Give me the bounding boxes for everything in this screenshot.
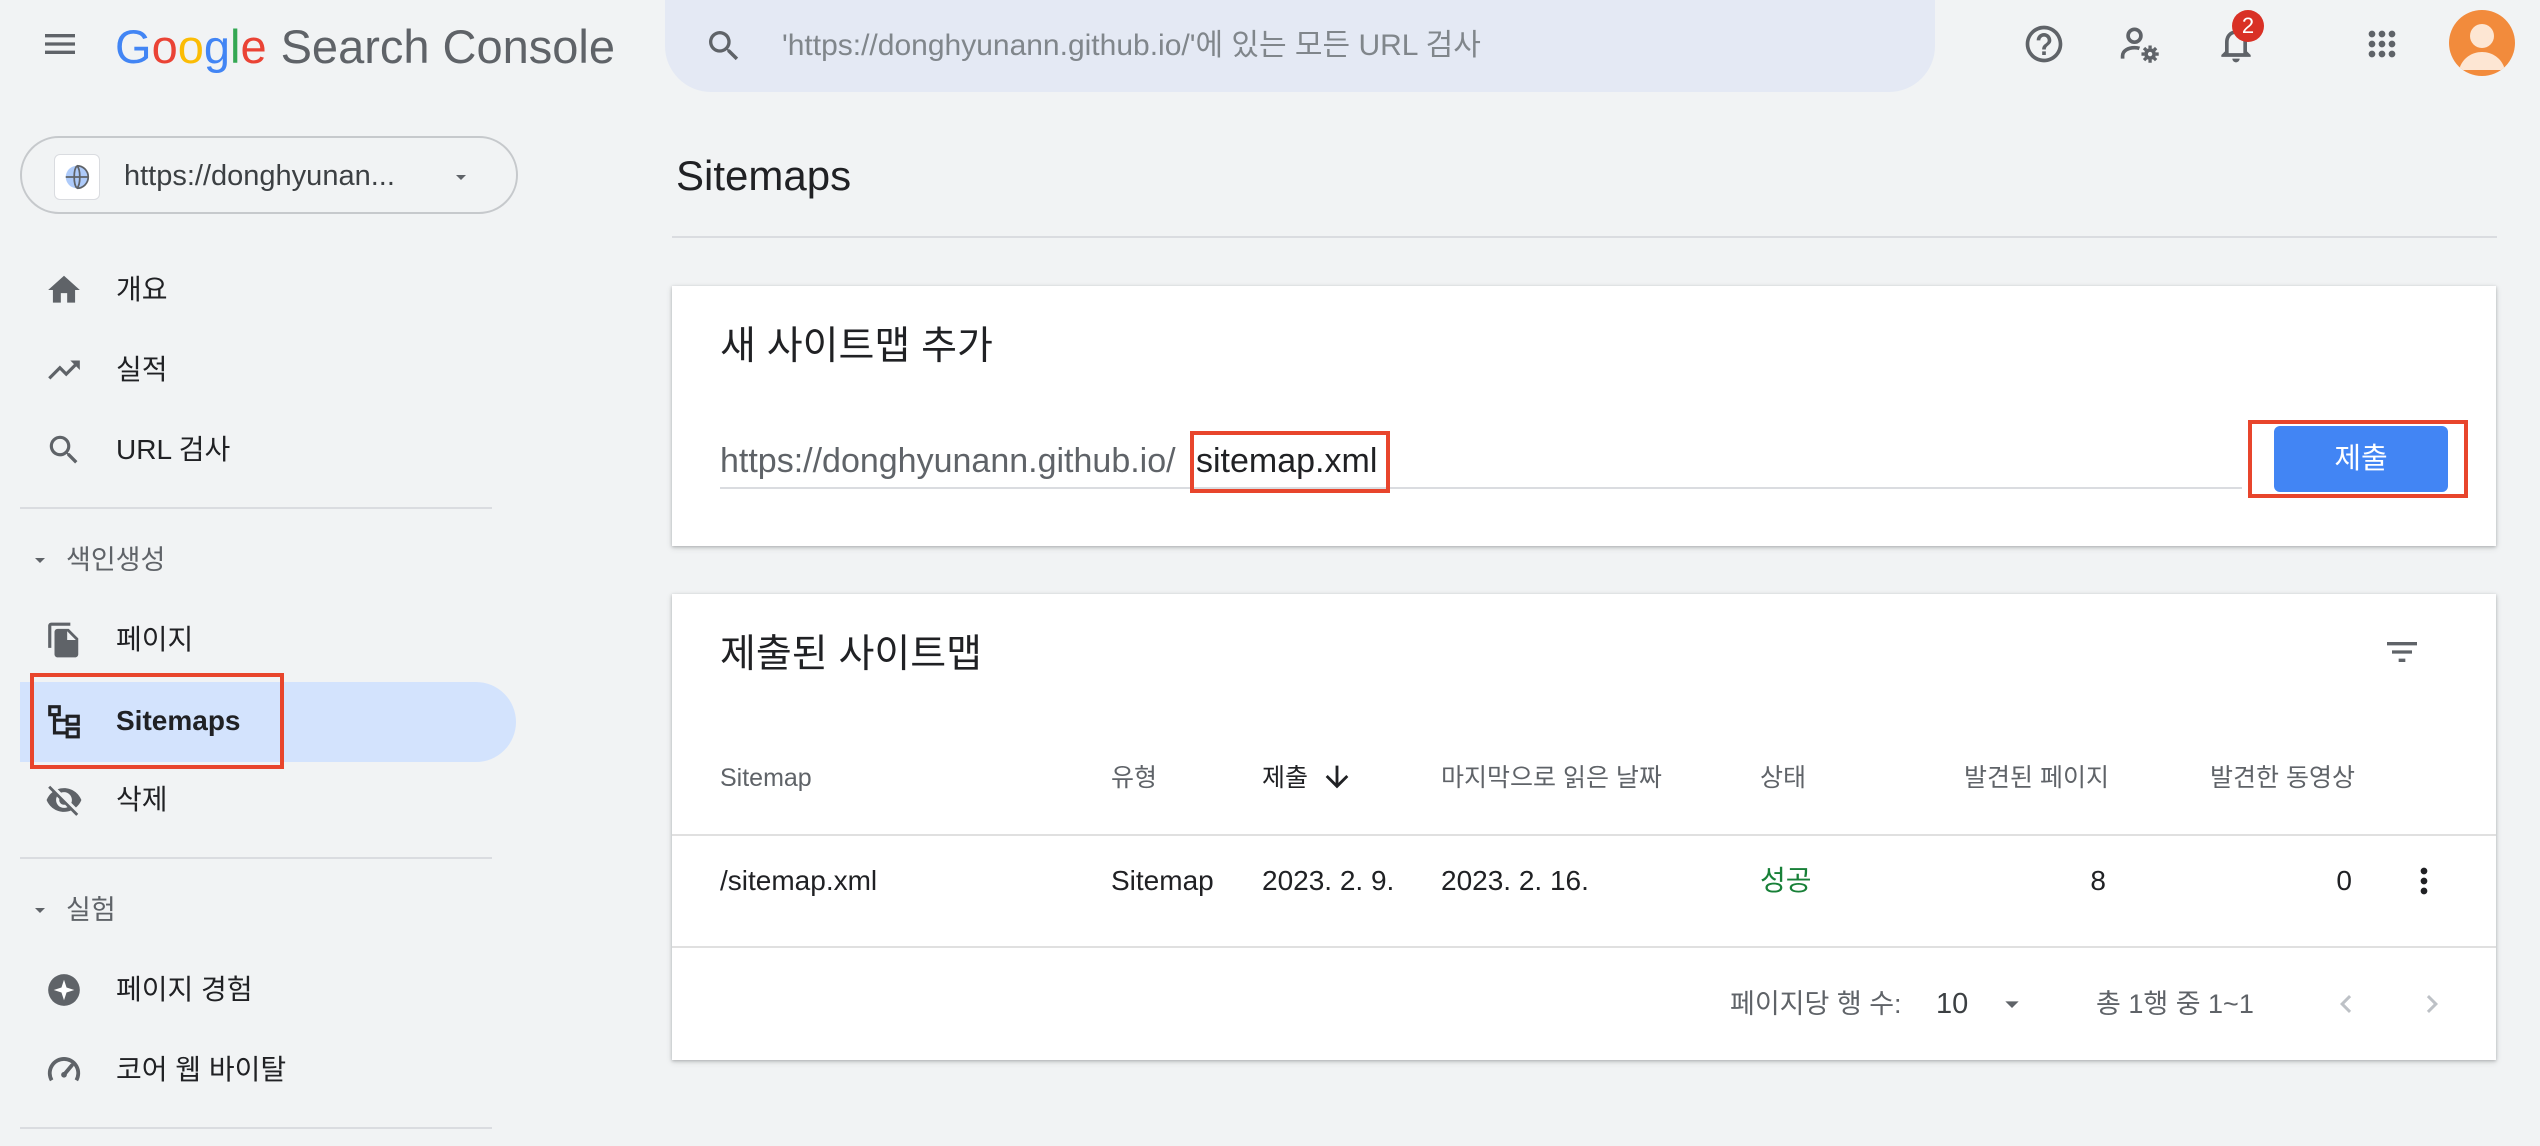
- property-url: https://donghyunan...: [124, 160, 395, 192]
- rows-per-page-select[interactable]: 10: [1936, 982, 1968, 1026]
- sidebar-item-removals[interactable]: 삭제: [116, 776, 168, 824]
- chevron-right-icon[interactable]: [2412, 984, 2452, 1024]
- menu-icon: [45, 34, 75, 54]
- sidebar-item-overview[interactable]: 개요: [116, 266, 168, 314]
- section-heading-experience[interactable]: 실험: [66, 888, 116, 932]
- filter-icon[interactable]: [2380, 630, 2424, 674]
- highlight-box-input: [1190, 431, 1390, 493]
- sidebar-item-core-web-vitals[interactable]: 코어 웹 바이탈: [116, 1046, 286, 1094]
- search-input[interactable]: 'https://donghyunann.github.io/'에 있는 모든 …: [782, 22, 1481, 70]
- speed-gauge-icon: [42, 1048, 86, 1092]
- sitemap-url-prefix: https://donghyunann.github.io/: [720, 442, 1176, 480]
- sidebar-divider: [20, 1127, 492, 1129]
- column-header-discovered-pages[interactable]: 발견된 페이지: [1964, 758, 2109, 798]
- sidebar-item-page-experience[interactable]: 페이지 경험: [116, 966, 253, 1014]
- page-title: Sitemaps: [676, 152, 852, 199]
- home-icon: [42, 268, 86, 312]
- admin-settings-icon[interactable]: [2110, 14, 2170, 74]
- cell-sitemap-path[interactable]: /sitemap.xml: [720, 856, 877, 906]
- globe-icon: [54, 154, 100, 200]
- highlight-box-submit: [2248, 420, 2468, 498]
- submitted-sitemaps-title: 제출된 사이트맵: [720, 633, 982, 676]
- help-icon[interactable]: [2014, 14, 2074, 74]
- column-header-sitemap[interactable]: Sitemap: [720, 758, 812, 798]
- avatar[interactable]: [2449, 10, 2515, 76]
- pages-icon: [42, 618, 86, 662]
- table-divider: [672, 946, 2496, 948]
- column-header-submitted[interactable]: 제출: [1262, 758, 1308, 798]
- chevron-down-icon[interactable]: [1996, 988, 2028, 1020]
- cell-last-read-date: 2023. 2. 16.: [1441, 865, 1589, 896]
- chevron-left-icon[interactable]: [2326, 984, 2366, 1024]
- column-header-status[interactable]: 상태: [1760, 758, 1806, 798]
- chevron-down-icon: [446, 162, 476, 192]
- column-header-type[interactable]: 유형: [1111, 758, 1157, 798]
- page-experience-icon: [42, 968, 86, 1012]
- cell-discovered-pages: 8: [2090, 865, 2106, 896]
- search-icon: [42, 428, 86, 472]
- pagination-range: 총 1행 중 1~1: [2096, 989, 2254, 1019]
- sort-arrow-down-icon[interactable]: [1320, 760, 1354, 794]
- input-underline: [720, 487, 2242, 489]
- notification-count-badge: 2: [2232, 10, 2264, 42]
- product-name: Search Console: [280, 19, 615, 73]
- search-icon[interactable]: [698, 20, 750, 72]
- sidebar-item-pages[interactable]: 페이지: [116, 616, 193, 664]
- cell-discovered-videos: 0: [2336, 865, 2352, 896]
- apps-icon[interactable]: [2352, 14, 2412, 74]
- table-divider: [672, 834, 2496, 836]
- sidebar-divider: [20, 857, 492, 859]
- sidebar-item-url-inspection[interactable]: URL 검사: [116, 426, 230, 474]
- add-sitemap-title: 새 사이트맵 추가: [720, 325, 993, 368]
- main-menu-button[interactable]: [36, 20, 84, 68]
- cell-submitted-date: 2023. 2. 9.: [1262, 865, 1395, 896]
- column-header-discovered-videos[interactable]: 발견한 동영상: [2210, 758, 2355, 798]
- cell-type: Sitemap: [1111, 865, 1214, 896]
- sidebar-item-performance[interactable]: 실적: [116, 346, 168, 394]
- visibility-off-icon: [42, 778, 86, 822]
- more-vert-icon[interactable]: [2404, 856, 2444, 906]
- section-collapse-caret-icon[interactable]: [28, 548, 52, 572]
- section-collapse-caret-icon[interactable]: [28, 898, 52, 922]
- title-divider: [672, 236, 2497, 238]
- section-heading-indexing[interactable]: 색인생성: [66, 538, 165, 582]
- google-search-console-logo[interactable]: Google Search Console: [115, 18, 615, 74]
- rows-per-page-label: 페이지당 행 수:: [1730, 989, 1902, 1019]
- trending-up-icon: [42, 348, 86, 392]
- highlight-box-sitemaps: [30, 673, 284, 769]
- column-header-last-read[interactable]: 마지막으로 읽은 날짜: [1441, 758, 1662, 798]
- sidebar-divider: [20, 507, 492, 509]
- status-badge: 성공: [1760, 865, 1812, 896]
